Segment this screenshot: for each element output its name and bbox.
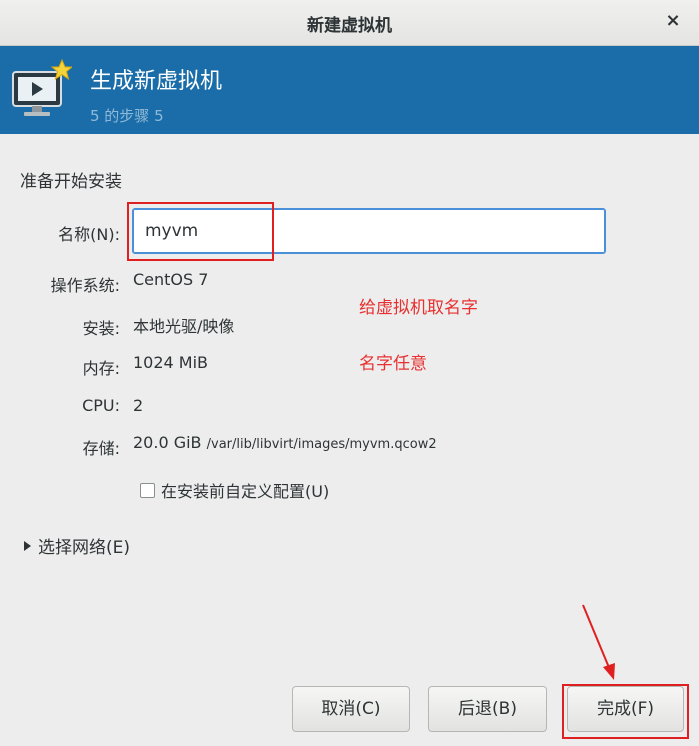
storage-label: 存储: [82,439,120,458]
storage-path: /var/lib/libvirt/images/myvm.qcow2 [206,437,437,452]
memory-label: 内存: [82,359,120,378]
install-value: 本地光驱/映像 [133,317,235,336]
network-expander-label[interactable]: 选择网络(E) [38,533,130,558]
name-label: 名称(N): [58,225,120,244]
install-label: 安装: [82,319,120,338]
customize-checkbox[interactable] [140,482,155,498]
title-bar: 新建虚拟机 × [0,0,699,46]
memory-value: 1024 MiB [133,353,209,372]
customize-checkbox-label[interactable]: 在安装前自定义配置(U) [161,478,329,502]
storage-value: 20.0 GiB /var/lib/libvirt/images/myvm.qc… [133,433,437,452]
network-expander[interactable]: 选择网络(E) [24,533,130,558]
os-label: 操作系统: [50,276,120,295]
window-title: 新建虚拟机 [307,16,392,36]
storage-size: 20.0 GiB [133,433,202,452]
wizard-heading: 生成新虚拟机 [90,69,223,94]
wizard-step: 5 的步骤 5 [90,107,164,125]
name-annotation: 给虚拟机取名字 [359,298,478,318]
customize-checkbox-row[interactable]: 在安装前自定义配置(U) [140,478,329,502]
vm-monitor-icon [12,58,72,116]
section-title: 准备开始安装 [20,172,122,192]
close-icon[interactable]: × [661,9,685,33]
cpu-label: CPU: [82,396,120,415]
arrow-annotation-icon [582,604,615,680]
name-input[interactable] [132,208,606,254]
cpu-value: 2 [133,396,144,415]
os-value: CentOS 7 [133,270,209,289]
back-button[interactable]: 后退(B) [428,686,547,732]
cancel-button[interactable]: 取消(C) [292,686,410,732]
expander-arrow-icon [24,540,31,551]
wizard-banner: 生成新虚拟机 5 的步骤 5 [0,46,699,134]
finish-button[interactable]: 完成(F) [567,686,684,732]
name-annotation-2: 名字任意 [359,354,427,374]
